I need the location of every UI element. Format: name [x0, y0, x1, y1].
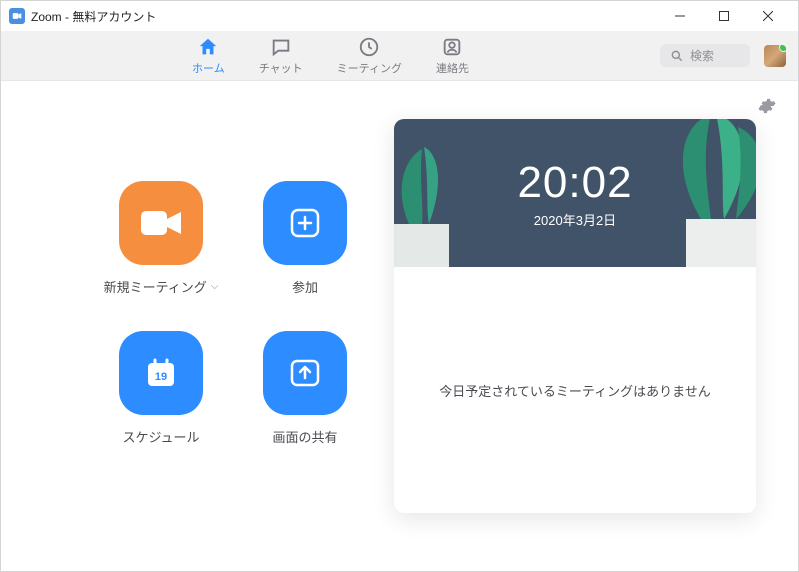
nav-meetings[interactable]: ミーティング	[329, 32, 410, 80]
nav-contacts-label: 連絡先	[436, 60, 469, 76]
plant-right-illustration	[616, 119, 756, 267]
nav-home-label: ホーム	[192, 60, 225, 76]
share-screen-button[interactable]	[263, 331, 347, 415]
card-hero: 20:02 2020年3月2日	[394, 119, 756, 267]
window-controls	[658, 1, 790, 31]
share-screen-label: 画面の共有	[272, 427, 337, 446]
video-icon	[139, 209, 183, 237]
search-input[interactable]: 検索	[660, 44, 750, 67]
schedule-button[interactable]: 19	[119, 331, 203, 415]
today-card: 20:02 2020年3月2日 今日予定されているミーティングはありません	[394, 119, 756, 513]
contacts-icon	[441, 36, 463, 58]
chat-icon	[270, 36, 292, 58]
hero-date: 2020年3月2日	[534, 210, 616, 229]
home-icon	[197, 36, 219, 58]
plant-left-illustration	[394, 129, 494, 267]
gear-icon	[758, 97, 776, 115]
nav-meetings-label: ミーティング	[337, 60, 402, 76]
join-tile: 参加	[245, 181, 365, 331]
right-panel: 20:02 2020年3月2日 今日予定されているミーティングはありません	[394, 81, 798, 571]
zoom-icon	[9, 8, 25, 24]
new-meeting-label: 新規ミーティング	[104, 277, 207, 296]
schedule-tile: 19 スケジュール	[101, 331, 221, 481]
nav-chat-label: チャット	[259, 60, 303, 76]
minimize-button[interactable]	[658, 1, 702, 31]
share-icon	[289, 358, 321, 388]
action-grid: 新規ミーティング ⌵ 参加 19 スケジュール 画面の共有	[1, 81, 394, 571]
new-meeting-button[interactable]	[119, 181, 203, 265]
calendar-icon: 19	[145, 357, 177, 389]
card-body: 今日予定されているミーティングはありません	[394, 267, 756, 513]
share-screen-tile: 画面の共有	[245, 331, 365, 481]
new-meeting-label-row[interactable]: 新規ミーティング ⌵	[104, 277, 219, 296]
titlebar: Zoom - 無料アカウント	[1, 1, 798, 31]
empty-message: 今日予定されているミーティングはありません	[439, 381, 710, 400]
toolbar: ホーム チャット ミーティング 連絡先 検索	[1, 31, 798, 81]
nav-home[interactable]: ホーム	[184, 32, 233, 80]
nav-chat[interactable]: チャット	[251, 32, 311, 80]
join-label: 参加	[292, 277, 318, 296]
hero-time: 20:02	[517, 158, 632, 208]
join-button[interactable]	[263, 181, 347, 265]
svg-text:19: 19	[155, 371, 167, 383]
schedule-label: スケジュール	[122, 427, 199, 446]
chevron-down-icon: ⌵	[211, 281, 219, 292]
search-icon	[670, 49, 684, 63]
content: 新規ミーティング ⌵ 参加 19 スケジュール 画面の共有	[1, 81, 798, 571]
plus-icon	[290, 208, 320, 238]
window-title: Zoom - 無料アカウント	[31, 8, 156, 25]
settings-button[interactable]	[758, 97, 776, 120]
search-placeholder: 検索	[690, 47, 714, 64]
nav-contacts[interactable]: 連絡先	[428, 32, 477, 80]
close-button[interactable]	[746, 1, 790, 31]
clock-icon	[358, 36, 380, 58]
maximize-button[interactable]	[702, 1, 746, 31]
new-meeting-tile: 新規ミーティング ⌵	[101, 181, 221, 331]
avatar[interactable]	[764, 45, 786, 67]
